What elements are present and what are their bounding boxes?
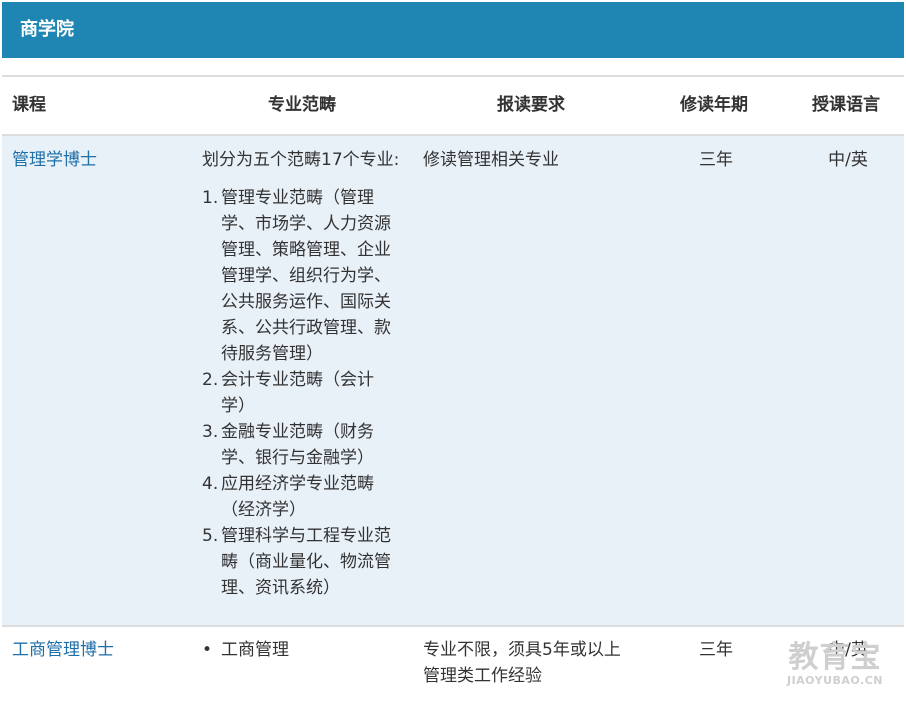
column-header-duration: 修读年期: [680, 95, 748, 115]
list-item: 2. 会计专业范畴（会计 学）: [202, 367, 412, 419]
duration-cell: 三年: [699, 150, 733, 170]
table-row: [2, 136, 904, 625]
category-list: 1. 管理专业范畴（管理 学、市场学、人力资源 管理、策略管理、企业 管理学、组织行为学…: [202, 185, 412, 601]
list-number: 2.: [202, 370, 219, 390]
requirement-cell: 修读管理相关专业: [423, 150, 559, 170]
language-cell: 中/英: [828, 150, 868, 170]
list-item-line: 学、市场学、人力资源: [221, 214, 391, 234]
list-number: 4.: [202, 474, 219, 494]
list-item-line: 会计专业范畴（会计: [221, 370, 374, 390]
list-item-line: 公共服务运作、国际关: [221, 292, 391, 312]
section-header: 商学院: [2, 2, 904, 58]
list-item: 3. 金融专业范畴（财务 学、银行与金融学）: [202, 419, 412, 471]
course-link-dba-management[interactable]: 管理学博士: [12, 150, 97, 170]
watermark-cn: 教育宝: [788, 640, 882, 675]
watermark-en: JIAOYUBAO.CN: [786, 674, 884, 687]
requirement-cell: 专业不限，须具5年或以上 管理类工作经验: [423, 637, 653, 689]
list-item-line: （经济学）: [221, 500, 306, 520]
requirement-line: 专业不限，须具5年或以上: [423, 640, 621, 660]
list-item: • 工商管理: [202, 637, 412, 663]
list-number: 1.: [202, 188, 219, 208]
requirement-line: 管理类工作经验: [423, 666, 542, 686]
course-cell: 工商管理博士: [12, 637, 114, 663]
column-header-course: 课程: [12, 95, 46, 115]
course-link-dba[interactable]: 工商管理博士: [12, 640, 114, 660]
category-cell: • 工商管理: [202, 637, 412, 663]
list-item-line: 学）: [221, 396, 255, 416]
list-item-line: 系、公共行政管理、款: [221, 318, 391, 338]
list-number: 5.: [202, 526, 219, 546]
column-header-category: 专业范畴: [268, 95, 336, 115]
list-item: 5. 管理科学与工程专业范 畴（商业量化、物流管 理、资讯系统）: [202, 523, 412, 601]
list-item: 1. 管理专业范畴（管理 学、市场学、人力资源 管理、策略管理、企业 管理学、组织行为学…: [202, 185, 412, 367]
table-top-border: [2, 75, 904, 77]
row-divider: [2, 625, 904, 627]
list-item-text: 工商管理: [221, 640, 289, 660]
list-item-line: 金融专业范畴（财务: [221, 422, 374, 442]
list-item-line: 管理科学与工程专业范: [221, 526, 391, 546]
list-item-line: 理、资讯系统）: [221, 578, 340, 598]
section-title: 商学院: [20, 19, 74, 40]
watermark-logo: 教育宝 JIAOYUBAO.CN: [770, 642, 900, 688]
course-cell: 管理学博士: [12, 147, 97, 173]
list-item-line: 待服务管理）: [221, 344, 323, 364]
category-intro: 划分为五个范畴17个专业:: [202, 150, 400, 170]
list-item: 4. 应用经济学专业范畴 （经济学）: [202, 471, 412, 523]
list-item-line: 管理学、组织行为学、: [221, 266, 391, 286]
duration-cell: 三年: [699, 640, 733, 660]
column-header-language: 授课语言: [812, 95, 880, 115]
list-item-line: 畴（商业量化、物流管: [221, 552, 391, 572]
bullet-icon: •: [202, 640, 213, 660]
list-number: 3.: [202, 422, 219, 442]
category-list: • 工商管理: [202, 637, 412, 663]
list-item-line: 管理、策略管理、企业: [221, 240, 391, 260]
list-item-line: 学、银行与金融学）: [221, 448, 374, 468]
list-item-line: 管理专业范畴（管理: [221, 188, 374, 208]
column-header-requirement: 报读要求: [497, 95, 565, 115]
category-cell: 划分为五个范畴17个专业: 1. 管理专业范畴（管理 学、市场学、人力资源 管理、策略…: [202, 147, 412, 601]
list-item-line: 应用经济学专业范畴: [221, 474, 374, 494]
